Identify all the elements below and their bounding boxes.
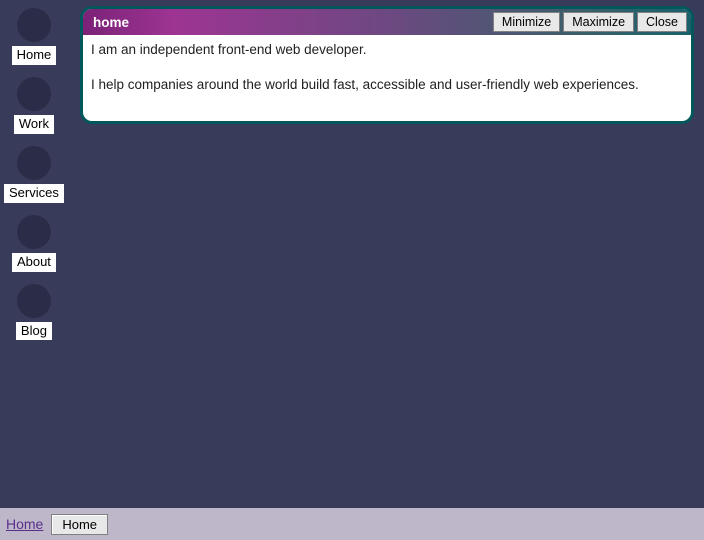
work-icon [17,77,51,111]
maximize-button[interactable]: Maximize [563,12,634,32]
desktop-dock: Home Work Services About Blog [4,8,64,340]
taskbar-start-link[interactable]: Home [6,516,43,532]
dock-label: About [12,253,56,272]
blog-icon [17,284,51,318]
dock-item-home[interactable]: Home [12,8,57,65]
window-body: I am an independent front-end web develo… [83,35,691,121]
dock-item-services[interactable]: Services [4,146,64,203]
body-text: I help companies around the world build … [91,76,683,95]
body-text: I am an independent front-end web develo… [91,41,683,60]
home-icon [17,8,51,42]
taskbar-item-home[interactable]: Home [51,514,108,535]
services-icon [17,146,51,180]
window-titlebar[interactable]: home Minimize Maximize Close [83,9,691,35]
close-button[interactable]: Close [637,12,687,32]
window-title: home [93,15,493,30]
about-icon [17,215,51,249]
dock-label: Work [14,115,54,134]
dock-label: Home [12,46,57,65]
window-controls: Minimize Maximize Close [493,12,687,32]
dock-label: Services [4,184,64,203]
dock-item-work[interactable]: Work [14,77,54,134]
dock-label: Blog [16,322,52,341]
dock-item-blog[interactable]: Blog [16,284,52,341]
taskbar: Home Home [0,508,704,540]
dock-item-about[interactable]: About [12,215,56,272]
window-home: home Minimize Maximize Close I am an ind… [80,6,694,124]
minimize-button[interactable]: Minimize [493,12,560,32]
